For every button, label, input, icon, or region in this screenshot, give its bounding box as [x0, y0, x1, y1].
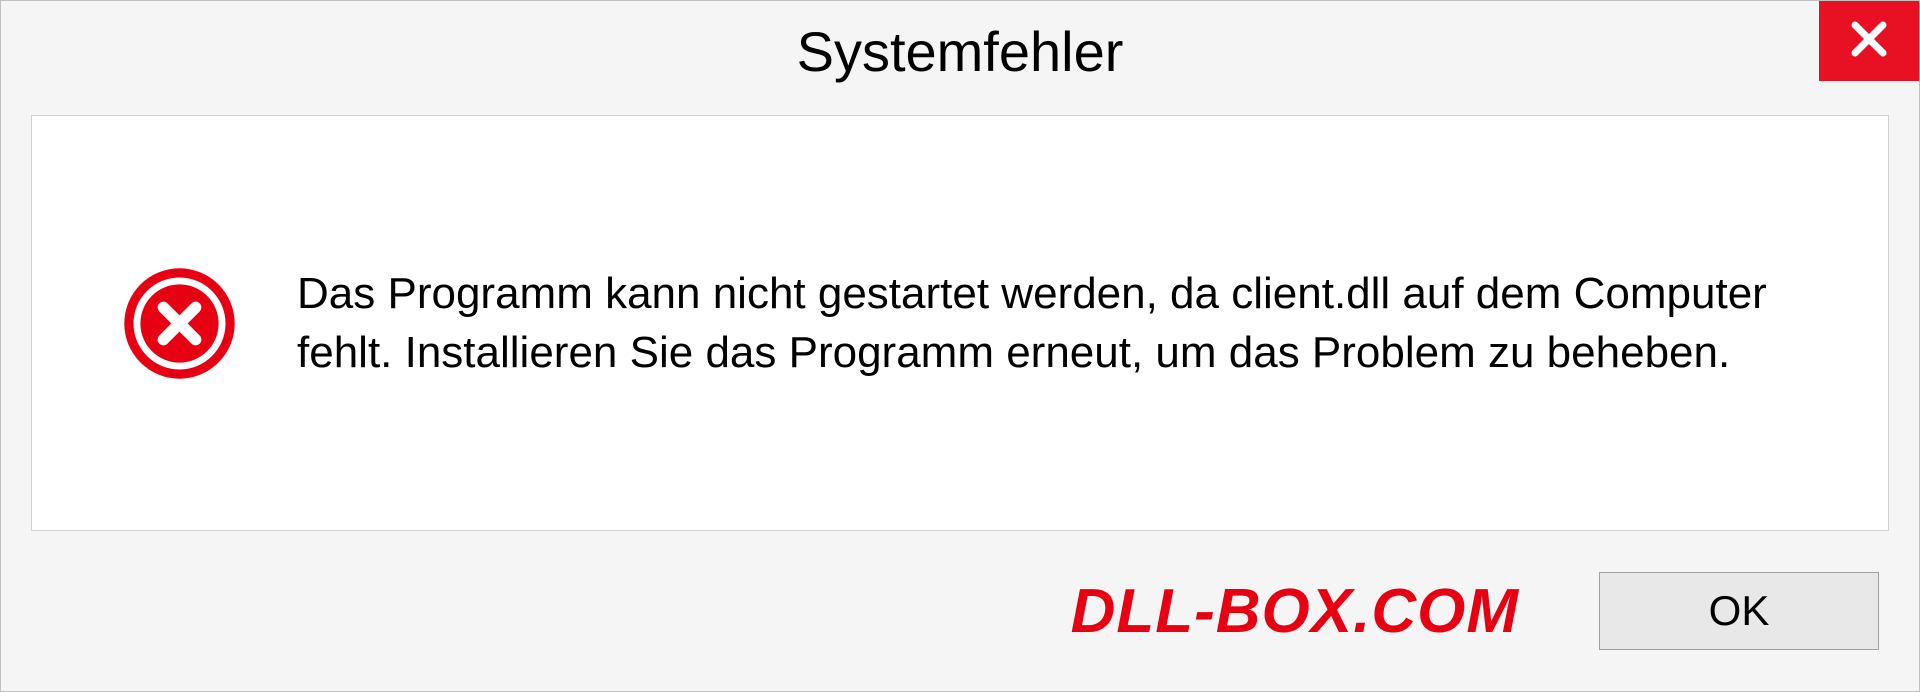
watermark-text: DLL-BOX.COM [1071, 576, 1519, 647]
error-dialog: Systemfehler Das Programm kann nicht ges… [0, 0, 1920, 692]
ok-button[interactable]: OK [1599, 572, 1879, 650]
content-panel: Das Programm kann nicht gestartet werden… [31, 115, 1889, 531]
close-button[interactable] [1819, 1, 1919, 81]
title-bar: Systemfehler [1, 1, 1919, 101]
close-icon [1848, 18, 1890, 65]
error-icon [122, 266, 237, 381]
dialog-footer: DLL-BOX.COM OK [1, 531, 1919, 691]
error-message: Das Programm kann nicht gestartet werden… [297, 264, 1798, 383]
dialog-title: Systemfehler [797, 19, 1124, 84]
